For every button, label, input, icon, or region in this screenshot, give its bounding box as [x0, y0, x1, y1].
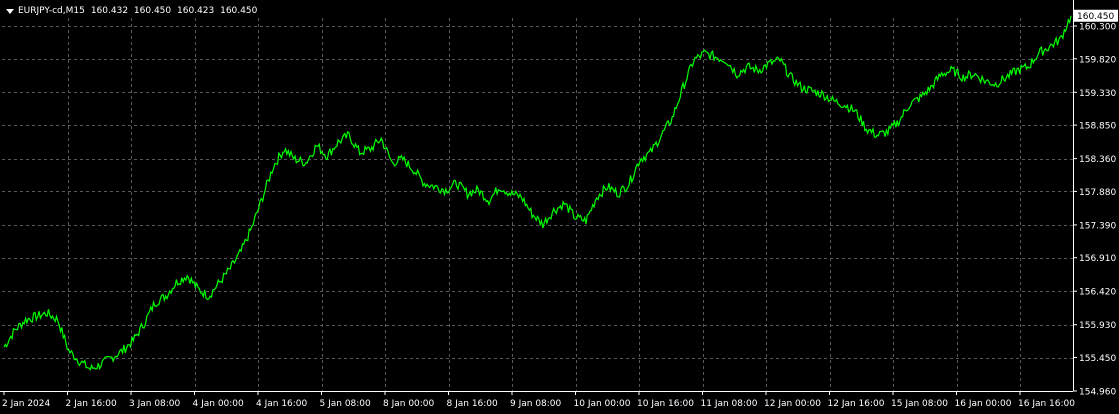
price-chart[interactable]: 160.300 159.820 159.330 158.850 158.360 157.8…	[0, 0, 1119, 414]
y-axis-ticks: 160.300 159.820 159.330 158.850 158.360 157.8…	[1073, 23, 1116, 398]
price-series-line	[3, 15, 1072, 371]
y-tick-label: 156.420	[1079, 288, 1116, 298]
y-tick-label: 159.330	[1079, 89, 1116, 99]
y-tick-label: 157.880	[1079, 188, 1116, 198]
open-value: 160.432	[90, 6, 129, 16]
ohlc-values: 160.432 160.450 160.423 160.450	[91, 6, 261, 16]
x-tick-label: 8 Jan 16:00	[447, 399, 499, 409]
x-tick-label: 3 Jan 08:00	[129, 399, 181, 409]
x-tick-label: 10 Jan 16:00	[637, 399, 694, 409]
x-tick-label: 4 Jan 16:00	[256, 399, 308, 409]
x-tick-label: 2 Jan 16:00	[66, 399, 118, 409]
chart-axes	[0, 0, 1074, 392]
y-tick-label: 155.450	[1079, 354, 1116, 364]
x-tick-label: 11 Jan 08:00	[701, 399, 758, 409]
y-tick-label: 160.300	[1079, 23, 1116, 33]
x-tick-label: 10 Jan 00:00	[574, 399, 631, 409]
x-tick-label: 8 Jan 00:00	[383, 399, 435, 409]
y-tick-label: 157.390	[1079, 221, 1116, 231]
x-tick-label: 12 Jan 00:00	[764, 399, 821, 409]
x-tick-label: 16 Jan 16:00	[1018, 399, 1075, 409]
current-price-tag: 160.450	[1074, 9, 1118, 22]
x-tick-label: 16 Jan 00:00	[955, 399, 1012, 409]
y-tick-label: 154.960	[1079, 388, 1116, 398]
high-value: 160.450	[133, 6, 172, 16]
y-tick-label: 158.850	[1079, 122, 1116, 132]
symbol-timeframe-label: EURJPY-cd,M15	[18, 6, 85, 16]
dropdown-triangle-icon[interactable]	[6, 8, 14, 14]
x-tick-label: 15 Jan 08:00	[891, 399, 948, 409]
y-tick-label: 159.820	[1079, 55, 1116, 65]
x-tick-label: 12 Jan 16:00	[828, 399, 885, 409]
symbol-header: EURJPY-cd,M15 160.432 160.450 160.423 16…	[6, 4, 260, 18]
x-tick-label: 4 Jan 00:00	[193, 399, 245, 409]
x-tick-label: 5 Jan 08:00	[320, 399, 372, 409]
x-tick-label: 2 Jan 2024	[2, 399, 50, 409]
y-tick-label: 156.910	[1079, 254, 1116, 264]
price-tag-label: 160.450	[1077, 12, 1114, 22]
y-tick-label: 155.930	[1079, 321, 1116, 331]
x-axis-ticks: 2 Jan 2024 2 Jan 16:00 3 Jan 08:00 4 Jan 00…	[2, 391, 1075, 409]
x-tick-label: 9 Jan 08:00	[510, 399, 562, 409]
y-tick-label: 158.360	[1079, 155, 1116, 165]
close-value: 160.450	[220, 6, 258, 16]
grid-lines	[2, 18, 1073, 392]
low-value: 160.423	[177, 6, 215, 16]
